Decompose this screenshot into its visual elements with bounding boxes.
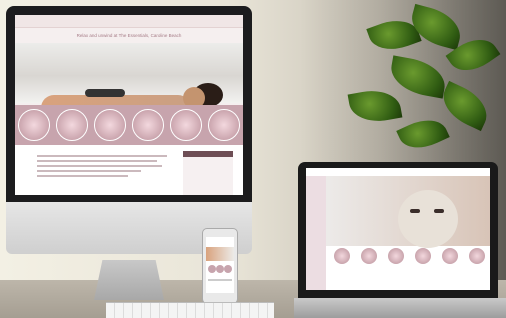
laptop-service-circles <box>328 248 490 266</box>
service-circle <box>56 109 88 141</box>
hero-image-facial <box>306 176 490 248</box>
imac-stand <box>94 260 164 300</box>
phone-website-screen <box>206 237 234 293</box>
laptop-side-panel <box>306 176 326 290</box>
hero-image-massage <box>15 43 243 121</box>
service-circle <box>132 109 164 141</box>
service-circles <box>15 105 243 145</box>
content-section <box>15 145 243 195</box>
service-circle <box>208 109 240 141</box>
keyboard <box>106 302 274 318</box>
service-circle <box>170 109 202 141</box>
product-scene: Relax and unwind at The Essentials, Caro… <box>0 0 506 318</box>
laptop-website-screen <box>306 168 490 290</box>
imac-computer: Relax and unwind at The Essentials, Caro… <box>6 6 252 300</box>
site-nav-bar <box>15 15 243 28</box>
laptop-lid <box>298 162 498 298</box>
body-text-lines <box>37 155 167 180</box>
sidebar-box <box>183 151 233 195</box>
smartphone <box>202 228 238 304</box>
laptop-computer <box>294 162 506 318</box>
imac-website-screen: Relax and unwind at The Essentials, Caro… <box>15 15 243 195</box>
site-title: Relax and unwind at The Essentials, Caro… <box>76 33 182 38</box>
service-circle <box>94 109 126 141</box>
laptop-base <box>294 298 506 318</box>
service-circle <box>18 109 50 141</box>
